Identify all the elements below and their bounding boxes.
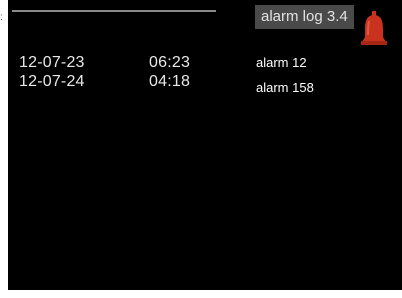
log-time: 04:18 bbox=[149, 73, 191, 90]
log-message: alarm 158 bbox=[256, 80, 314, 95]
header-divider bbox=[12, 10, 216, 12]
display-screen: alarm log 3.4 12-07-23 06:23 alarm 12 12… bbox=[8, 0, 402, 290]
log-row: 12-07-24 04:18 alarm 158 bbox=[8, 72, 402, 95]
log-date: 12-07-23 bbox=[19, 54, 85, 71]
log-date: 12-07-24 bbox=[19, 73, 85, 90]
log-time: 06:23 bbox=[149, 54, 191, 71]
log-row: 12-07-23 06:23 alarm 12 bbox=[8, 53, 402, 73]
log-message: alarm 12 bbox=[256, 55, 307, 70]
left-edge-marker: : bbox=[0, 12, 3, 23]
bell-icon bbox=[361, 11, 387, 45]
page-title: alarm log 3.4 bbox=[255, 5, 354, 29]
